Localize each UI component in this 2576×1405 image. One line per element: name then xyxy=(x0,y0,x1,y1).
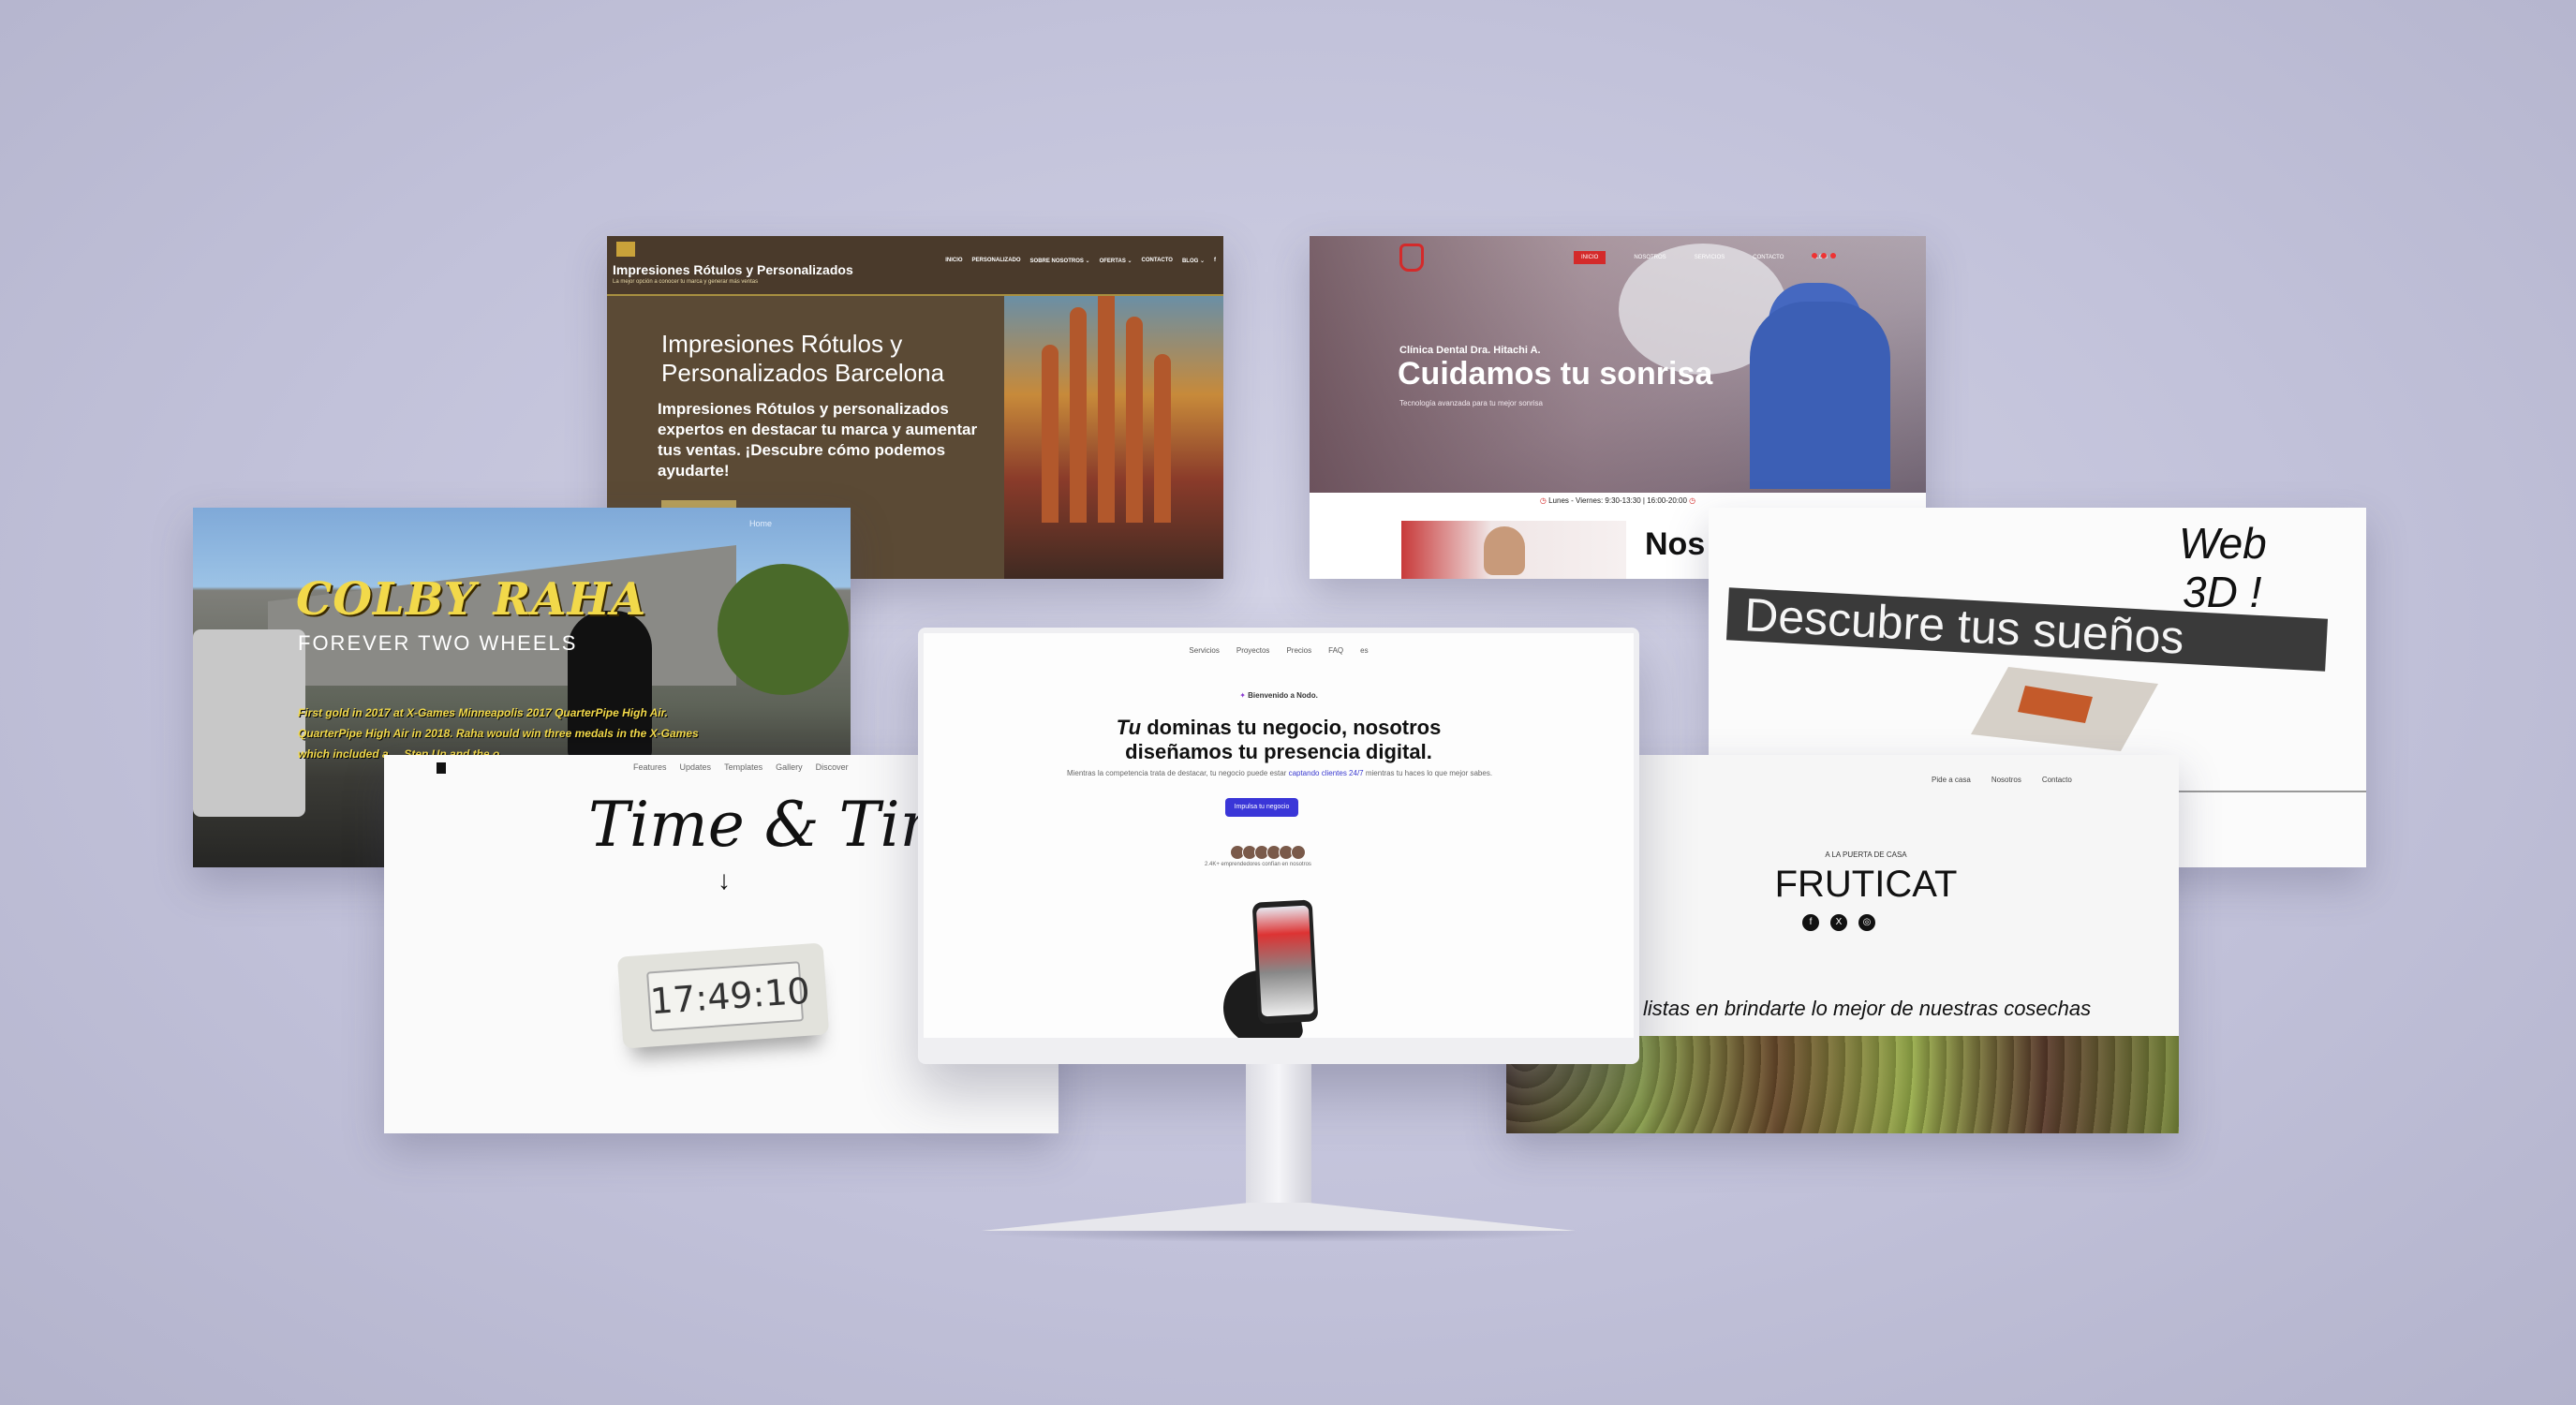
nodo-nav-item[interactable]: FAQ xyxy=(1328,646,1343,655)
rotulos-nav-item[interactable]: BLOG ⌄ xyxy=(1182,258,1205,264)
rotulos-heading: Impresiones Rótulos y Personalizados Bar… xyxy=(661,330,945,387)
nodo-paragraph-link[interactable]: captando clientes 24/7 xyxy=(1289,769,1364,777)
nodo-cta-button[interactable]: Impulsa tu negocio xyxy=(1225,798,1298,817)
instagram-icon[interactable]: ◎ xyxy=(1858,914,1875,931)
nodo-welcome: ✦ Bienvenido a Nodo. xyxy=(924,691,1634,700)
truck-image xyxy=(193,629,305,817)
dental-heading: Cuidamos tu sonrisa xyxy=(1398,356,1713,392)
language-selector[interactable]: es xyxy=(1360,646,1368,655)
web3d-title-line1: Web xyxy=(2179,519,2267,568)
time-nav: Features Updates Templates Gallery Disco… xyxy=(633,762,849,772)
dental-nav-item[interactable]: CONTACTO xyxy=(1753,255,1784,260)
rotulos-logo-icon xyxy=(616,242,635,257)
facebook-icon[interactable]: f xyxy=(1214,258,1216,264)
nodo-nav-item[interactable]: Proyectos xyxy=(1236,646,1270,655)
arrow-down-icon: ↓ xyxy=(718,865,731,895)
dental-kicker: Clínica Dental Dra. Hitachi A. xyxy=(1399,345,1541,356)
dental-nav-item[interactable]: NOSOTROS xyxy=(1634,255,1666,260)
dental-subtitle: Tecnología avanzada para tu mejor sonris… xyxy=(1399,399,1543,407)
clock-icon: ◷ xyxy=(1539,496,1547,505)
fruticat-tagline: listas en brindarte lo mejor de nuestras… xyxy=(1643,997,2092,1020)
social-icon[interactable] xyxy=(1812,253,1817,259)
clock-display: 17:49:10 xyxy=(646,961,811,1032)
colby-subtitle: FOREVER TWO WHEELS xyxy=(298,631,578,655)
dental-hours-text: Lunes - Viernes: 9:30-13:30 | 16:00-20:0… xyxy=(1548,496,1687,505)
social-icon[interactable] xyxy=(1830,253,1836,259)
time-nav-item[interactable]: Updates xyxy=(680,762,712,772)
rotulos-nav-item[interactable]: PERSONALIZADO xyxy=(972,258,1021,264)
colby-title: COLBY RAHA xyxy=(296,573,647,626)
time-nav-item[interactable]: Templates xyxy=(724,762,762,772)
time-nav-item[interactable]: Gallery xyxy=(776,762,803,772)
nodo-nav-item[interactable]: Precios xyxy=(1286,646,1311,655)
rotulos-site-title: Impresiones Rótulos y Personalizados xyxy=(613,262,853,277)
nodo-paragraph-b: mientras tu haces lo que mejor sabes. xyxy=(1365,769,1493,777)
tooth-logo-icon xyxy=(1399,244,1424,272)
rotulos-nav-item[interactable]: SOBRE NOSOTROS ⌄ xyxy=(1030,258,1090,264)
rotulos-tagline: La mejor opción a conocer tu marca y gen… xyxy=(613,279,759,285)
dental-nav: INICIO NOSOTROS SERVICIOS CONTACTO BLOG xyxy=(1574,251,1828,264)
social-icon[interactable] xyxy=(1821,253,1827,259)
rotulos-nav-item[interactable]: CONTACTO xyxy=(1142,258,1173,264)
nodo-site-preview: Servicios Proyectos Precios FAQ es ✦ Bie… xyxy=(924,633,1634,1038)
avatar xyxy=(1291,845,1306,860)
facebook-icon[interactable]: f xyxy=(1802,914,1819,931)
framer-logo-icon[interactable] xyxy=(437,762,446,774)
dental-section-title: Nos xyxy=(1645,526,1706,562)
dentist-figure xyxy=(1750,302,1890,489)
rotulos-header: Impresiones Rótulos y Personalizados La … xyxy=(607,236,1223,296)
dental-nav-item[interactable]: SERVICIOS xyxy=(1695,255,1725,260)
monitor-stand-base xyxy=(982,1203,1576,1231)
divider xyxy=(2168,791,2366,792)
nodo-heading-emphasis: Tu xyxy=(1116,716,1142,739)
phone-mockup-image xyxy=(1251,899,1319,1025)
dentist-portrait xyxy=(1484,526,1525,575)
clock-icon: ◷ xyxy=(1689,496,1696,505)
time-nav-item[interactable]: Features xyxy=(633,762,667,772)
clock-device-image: 17:49:10 xyxy=(616,942,830,1049)
nodo-nav-item[interactable]: Servicios xyxy=(1189,646,1219,655)
sagrada-familia-image xyxy=(1004,288,1223,579)
web3d-title-line2: 3D ! xyxy=(2183,568,2262,616)
dental-nav-item[interactable]: INICIO xyxy=(1574,251,1606,264)
fruticat-social-icons: f X ◎ xyxy=(1802,914,1875,931)
nodo-nav: Servicios Proyectos Precios FAQ es xyxy=(924,646,1634,655)
nodo-social-proof: 2.4K+ emprendedores confían en nosotros xyxy=(1205,862,1311,867)
fruticat-nav-item[interactable]: Contacto xyxy=(2042,776,2072,784)
tree-image xyxy=(718,564,849,695)
web3d-title: Web 3D ! xyxy=(2179,519,2267,616)
avatar-group xyxy=(1230,845,1306,860)
fruticat-nav-item[interactable]: Nosotros xyxy=(1991,776,2021,784)
nodo-heading-line2: diseñamos tu presencia digital. xyxy=(1125,740,1432,763)
web3d-banner-text: Descubre tus sueños xyxy=(1742,588,2185,664)
rotulos-nav-item[interactable]: OFERTAS ⌄ xyxy=(1100,258,1133,264)
fruticat-nav-item[interactable]: Pide a casa xyxy=(1932,776,1971,784)
sparkle-icon: ✦ xyxy=(1239,691,1246,700)
time-nav-item[interactable]: Discover xyxy=(816,762,849,772)
colby-nav-home[interactable]: Home xyxy=(749,519,772,528)
dental-hours: ◷ Lunes - Viernes: 9:30-13:30 | 16:00-20… xyxy=(1310,496,1926,505)
fruticat-nav: Pide a casa Nosotros Contacto xyxy=(1932,776,2072,784)
nodo-heading-line1: dominas tu negocio, nosotros xyxy=(1147,716,1442,739)
monitor-stand-neck xyxy=(1246,1064,1311,1214)
rotulos-text: Impresiones Rótulos y personalizados exp… xyxy=(658,400,978,480)
monitor-frame: Servicios Proyectos Precios FAQ es ✦ Bie… xyxy=(918,628,1639,1064)
dental-social-icons xyxy=(1812,253,1836,259)
nodo-welcome-text: Bienvenido a Nodo. xyxy=(1248,691,1318,700)
nodo-paragraph: Mientras la competencia trata de destaca… xyxy=(1055,768,1504,779)
x-icon[interactable]: X xyxy=(1830,914,1847,931)
rotulos-nav-item[interactable]: INICIO xyxy=(945,258,962,264)
rotulos-nav: INICIO PERSONALIZADO SOBRE NOSOTROS ⌄ OF… xyxy=(945,258,1216,264)
nodo-heading: Tu dominas tu negocio, nosotros diseñamo… xyxy=(924,716,1634,764)
nodo-paragraph-a: Mientras la competencia trata de destaca… xyxy=(1066,769,1287,777)
